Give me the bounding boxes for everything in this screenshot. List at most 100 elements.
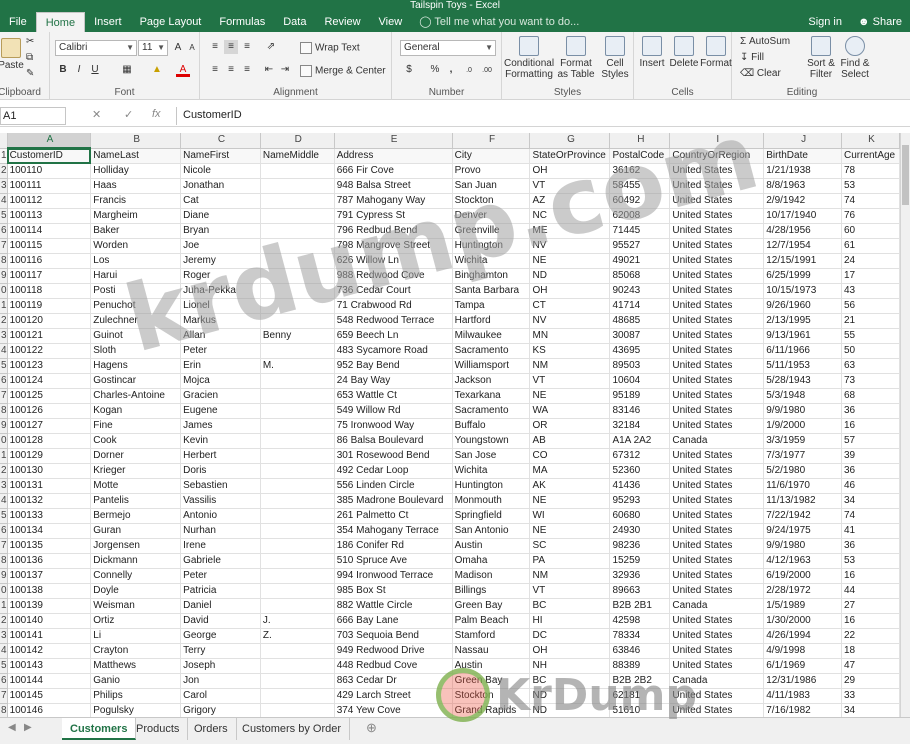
formula-input[interactable]: CustomerID bbox=[176, 107, 910, 125]
cell[interactable]: United States bbox=[669, 523, 765, 539]
cell[interactable]: Tampa bbox=[452, 298, 531, 314]
tab-file[interactable]: File bbox=[0, 12, 36, 32]
cell[interactable]: WI bbox=[529, 508, 611, 524]
cell[interactable]: 100111 bbox=[7, 178, 92, 194]
cell[interactable]: Li bbox=[90, 628, 182, 644]
cell[interactable]: Milwaukee bbox=[452, 328, 531, 344]
cell[interactable]: Krieger bbox=[90, 463, 182, 479]
cell[interactable]: Harui bbox=[90, 268, 182, 284]
cell[interactable]: 798 Mangrove Street bbox=[334, 238, 453, 254]
cell[interactable] bbox=[260, 463, 335, 479]
cell[interactable] bbox=[260, 568, 335, 584]
cell[interactable]: United States bbox=[669, 238, 765, 254]
shrink-font-button[interactable]: A bbox=[185, 41, 199, 55]
cell[interactable]: 47 bbox=[841, 658, 900, 674]
cell[interactable]: 10/17/1940 bbox=[763, 208, 842, 224]
cell[interactable]: 666 Bay Lane bbox=[334, 613, 453, 629]
cell[interactable]: Patricia bbox=[180, 583, 261, 599]
conditional-formatting-button[interactable]: Conditional Formatting bbox=[504, 36, 554, 80]
column-header-i[interactable]: I bbox=[669, 133, 765, 149]
cell[interactable]: United States bbox=[669, 328, 765, 344]
cell[interactable]: Dorner bbox=[90, 448, 182, 464]
row-header[interactable]: 6 bbox=[0, 373, 8, 389]
cell[interactable]: 429 Larch Street bbox=[334, 688, 453, 704]
sheet-tab-customers-by-order[interactable]: Customers by Order bbox=[234, 718, 351, 740]
cell[interactable]: 2/9/1942 bbox=[763, 193, 842, 209]
cell[interactable]: United States bbox=[669, 313, 765, 329]
cell[interactable]: Bryan bbox=[180, 223, 261, 239]
cell[interactable]: Nurhan bbox=[180, 523, 261, 539]
cell[interactable]: Bermejo bbox=[90, 508, 182, 524]
cell[interactable]: 32936 bbox=[609, 568, 671, 584]
cell[interactable]: 36 bbox=[841, 403, 900, 419]
cell[interactable]: 186 Conifer Rd bbox=[334, 538, 453, 554]
row-header[interactable]: 4 bbox=[0, 193, 8, 209]
grow-font-button[interactable]: A bbox=[171, 41, 185, 55]
cell[interactable]: Diane bbox=[180, 208, 261, 224]
cell[interactable]: Philips bbox=[90, 688, 182, 704]
row-header[interactable]: 0 bbox=[0, 283, 8, 299]
cell[interactable]: 1/5/1989 bbox=[763, 598, 842, 614]
cell[interactable]: Grand Rapids bbox=[452, 703, 531, 717]
cell[interactable]: United States bbox=[669, 448, 765, 464]
percent-button[interactable]: % bbox=[428, 63, 442, 77]
row-header[interactable]: 5 bbox=[0, 358, 8, 374]
cell[interactable]: OH bbox=[529, 283, 611, 299]
cell[interactable]: 100145 bbox=[7, 688, 92, 704]
cell[interactable]: 12/31/1986 bbox=[763, 673, 842, 689]
cell[interactable]: Daniel bbox=[180, 598, 261, 614]
row-header[interactable]: 9 bbox=[0, 418, 8, 434]
cell[interactable] bbox=[260, 583, 335, 599]
cell[interactable]: Gracien bbox=[180, 388, 261, 404]
cell[interactable]: United States bbox=[669, 628, 765, 644]
enter-icon[interactable]: ✓ bbox=[124, 108, 133, 121]
column-title-cell[interactable]: City bbox=[452, 148, 531, 164]
column-title-cell[interactable]: CurrentAge bbox=[841, 148, 900, 164]
format-as-table-button[interactable]: Format as Table bbox=[556, 36, 596, 80]
cell[interactable]: 100110 bbox=[7, 163, 92, 179]
sort-filter-button[interactable]: Sort & Filter bbox=[804, 36, 838, 80]
cell[interactable]: 863 Cedar Dr bbox=[334, 673, 453, 689]
cell[interactable] bbox=[260, 178, 335, 194]
cell[interactable]: 41 bbox=[841, 523, 900, 539]
cell[interactable]: Grigory bbox=[180, 703, 261, 717]
cell[interactable]: 5/3/1948 bbox=[763, 388, 842, 404]
cell[interactable]: Nicole bbox=[180, 163, 261, 179]
cell[interactable]: Wichita bbox=[452, 463, 531, 479]
cell[interactable]: Green Bay bbox=[452, 598, 531, 614]
column-title-cell[interactable]: CustomerID bbox=[7, 148, 92, 164]
cell[interactable]: 89663 bbox=[609, 583, 671, 599]
cell[interactable]: 6/1/1969 bbox=[763, 658, 842, 674]
row-header[interactable]: 2 bbox=[0, 163, 8, 179]
column-header-f[interactable]: F bbox=[452, 133, 531, 149]
cell[interactable]: 22 bbox=[841, 628, 900, 644]
cell[interactable]: CO bbox=[529, 448, 611, 464]
cell[interactable]: David bbox=[180, 613, 261, 629]
cell[interactable]: Peter bbox=[180, 343, 261, 359]
cell[interactable] bbox=[260, 703, 335, 717]
row-header[interactable]: 6 bbox=[0, 523, 8, 539]
cell[interactable]: 33 bbox=[841, 688, 900, 704]
cell[interactable]: PA bbox=[529, 553, 611, 569]
cell[interactable]: 30087 bbox=[609, 328, 671, 344]
cell[interactable]: 994 Ironwood Terrace bbox=[334, 568, 453, 584]
bold-button[interactable]: B bbox=[56, 63, 70, 77]
cell[interactable]: 7/3/1977 bbox=[763, 448, 842, 464]
cell[interactable]: 100112 bbox=[7, 193, 92, 209]
cell[interactable]: 483 Sycamore Road bbox=[334, 343, 453, 359]
fill-button[interactable]: ↧ Fill bbox=[740, 52, 764, 63]
cell[interactable]: Fine bbox=[90, 418, 182, 434]
cell[interactable]: 56 bbox=[841, 298, 900, 314]
borders-button[interactable]: ▦ bbox=[120, 63, 134, 77]
cell[interactable]: ND bbox=[529, 268, 611, 284]
cell[interactable]: United States bbox=[669, 418, 765, 434]
row-header[interactable]: 8 bbox=[0, 703, 8, 717]
cell[interactable]: NV bbox=[529, 238, 611, 254]
cell[interactable]: 61 bbox=[841, 238, 900, 254]
cell[interactable] bbox=[260, 478, 335, 494]
cell[interactable]: Jon bbox=[180, 673, 261, 689]
cell[interactable]: 100131 bbox=[7, 478, 92, 494]
row-header[interactable]: 5 bbox=[0, 658, 8, 674]
cell[interactable]: NC bbox=[529, 208, 611, 224]
cell[interactable]: 9/26/1960 bbox=[763, 298, 842, 314]
